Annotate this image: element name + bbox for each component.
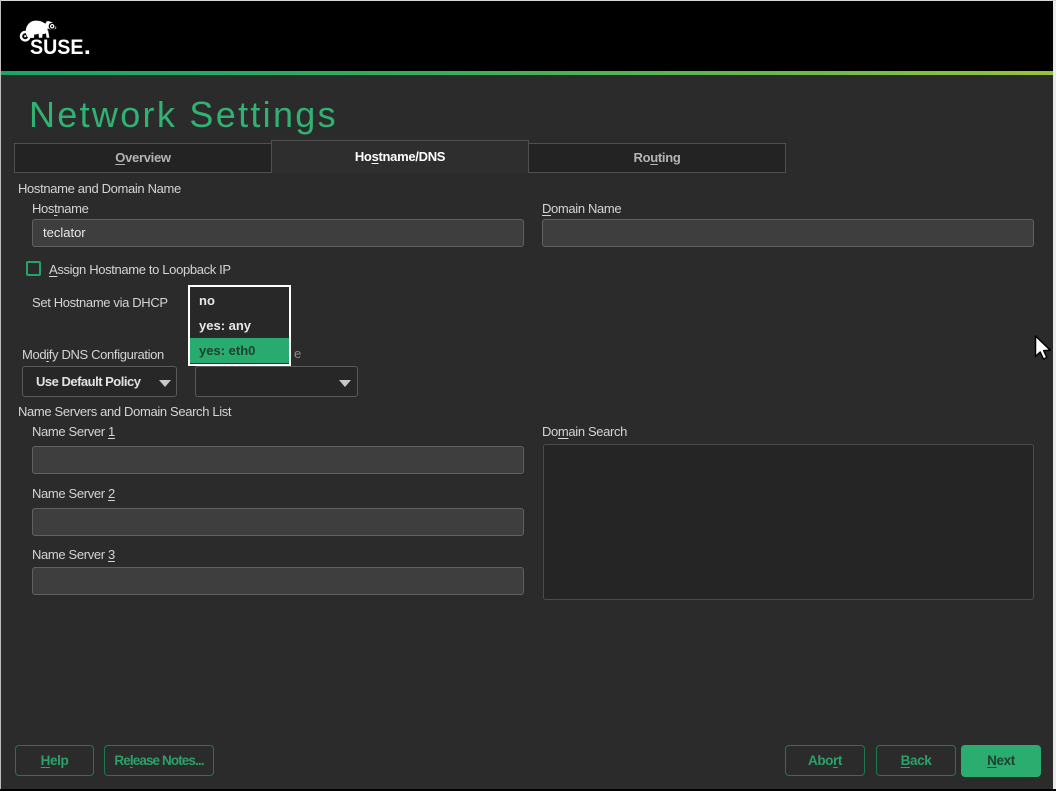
svg-text:SUSE: SUSE — [30, 35, 84, 58]
